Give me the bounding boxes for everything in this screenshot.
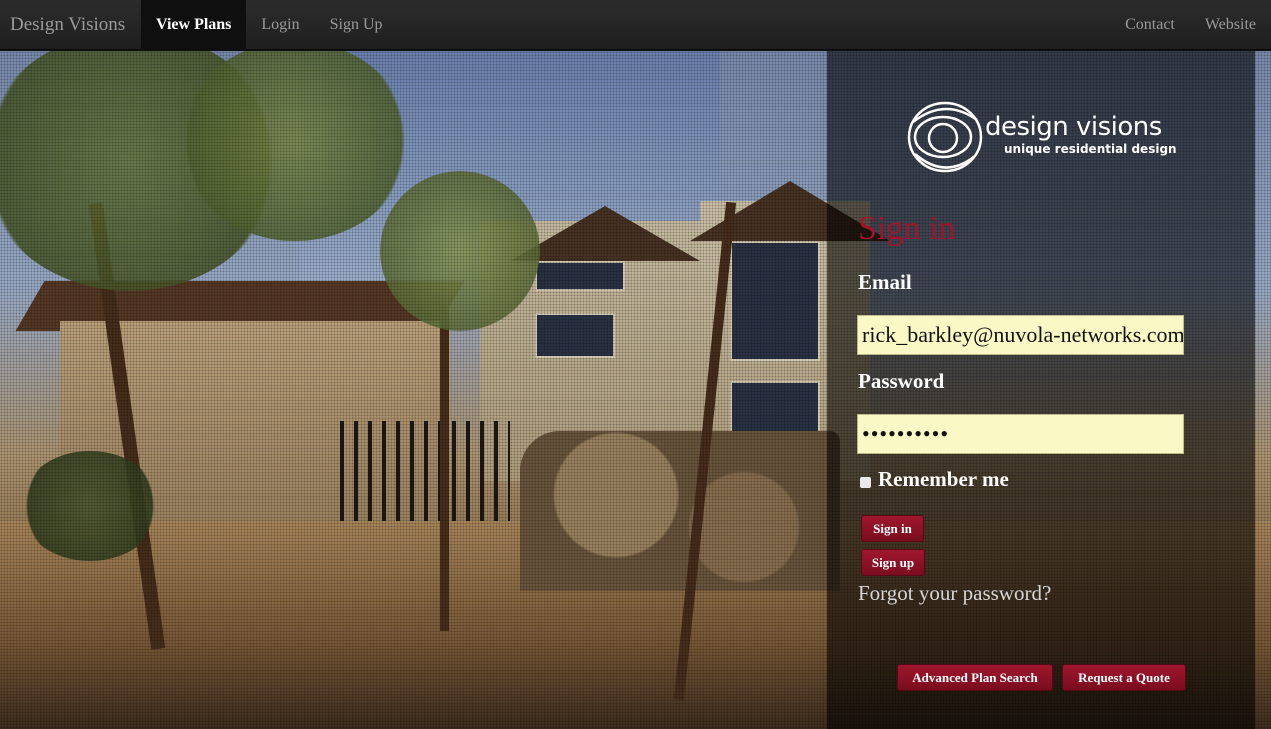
signin-title: Sign in xyxy=(858,210,956,247)
sign-in-button[interactable]: Sign in xyxy=(861,515,924,542)
top-navbar: Design Visions View Plans Login Sign Up … xyxy=(0,0,1271,50)
email-label: Email xyxy=(858,270,912,294)
brand-link[interactable]: Design Visions xyxy=(10,14,125,36)
nav-view-plans[interactable]: View Plans xyxy=(141,0,247,50)
advanced-plan-search-button[interactable]: Advanced Plan Search xyxy=(897,664,1053,691)
nav-website[interactable]: Website xyxy=(1190,0,1271,50)
nav-sign-up[interactable]: Sign Up xyxy=(315,0,398,50)
email-field[interactable]: rick_barkley@nuvola-networks.com xyxy=(857,315,1184,355)
nav-contact[interactable]: Contact xyxy=(1110,0,1190,50)
forgot-password-link[interactable]: Forgot your password? xyxy=(858,581,1051,606)
sign-up-button[interactable]: Sign up xyxy=(861,549,925,576)
password-label: Password xyxy=(858,369,945,393)
password-field[interactable]: •••••••••• xyxy=(857,414,1184,454)
remember-me-checkbox[interactable] xyxy=(860,477,871,488)
request-quote-button[interactable]: Request a Quote xyxy=(1062,664,1186,691)
nav-left-group: View Plans Login Sign Up xyxy=(141,0,398,50)
logo-tagline: unique residential design xyxy=(1004,142,1177,156)
logo-title: design visions xyxy=(985,112,1162,142)
remember-me-label: Remember me xyxy=(878,467,1009,491)
nav-right-group: Contact Website xyxy=(1110,0,1271,50)
nav-login[interactable]: Login xyxy=(246,0,314,50)
